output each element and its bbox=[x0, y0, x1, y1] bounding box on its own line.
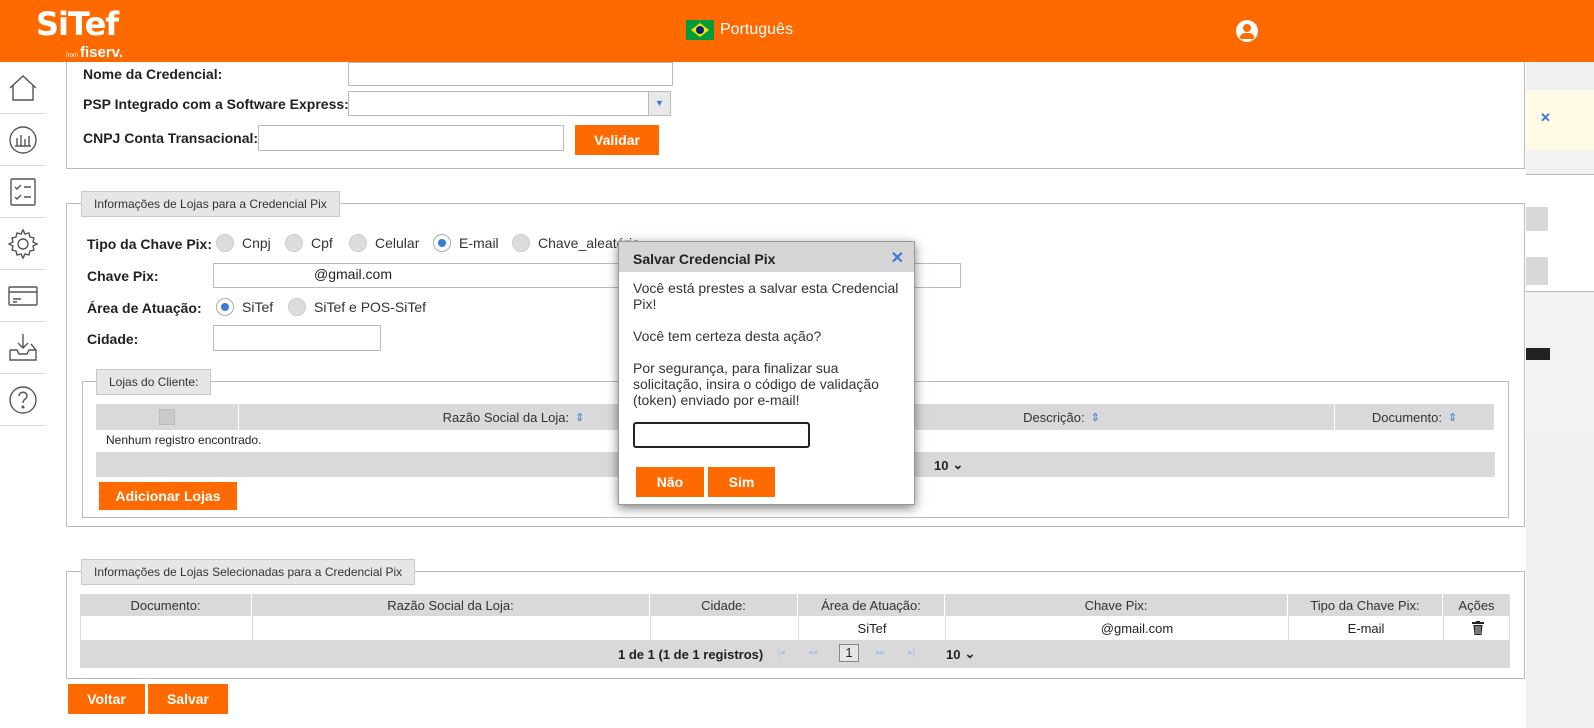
column-razao-social: Razão Social da Loja: bbox=[252, 594, 650, 616]
cell-acoes bbox=[1444, 616, 1511, 640]
sort-icon: ⇕ bbox=[1447, 411, 1458, 424]
brand-from: from bbox=[66, 53, 78, 59]
column-chave-pix: Chave Pix: bbox=[945, 594, 1288, 616]
column-documento[interactable]: Documento: ⇕ bbox=[1335, 404, 1495, 430]
psp-label: PSP Integrado com a Software Express: bbox=[83, 96, 349, 112]
client-stores-legend: Lojas do Cliente: bbox=[96, 369, 212, 395]
cell-cidade bbox=[651, 616, 799, 640]
selected-stores-grid-header: Documento: Razão Social da Loja: Cidade:… bbox=[80, 594, 1510, 616]
cnpj-label: CNPJ Conta Transacional: bbox=[83, 130, 259, 146]
sort-icon: ⇕ bbox=[1090, 411, 1100, 424]
notification-panel: ✕ bbox=[1526, 90, 1594, 150]
stores-info-legend: Informações de Lojas para a Credencial P… bbox=[81, 191, 340, 217]
key-type-label: Tipo da Chave Pix: bbox=[87, 236, 212, 252]
sidebar-item-downloads[interactable] bbox=[0, 322, 46, 374]
credential-name-label: Nome da Credencial: bbox=[83, 66, 223, 82]
yes-button[interactable]: Sim bbox=[708, 467, 775, 497]
card-icon bbox=[8, 285, 38, 306]
cnpj-input[interactable] bbox=[258, 125, 564, 151]
prev-page-icon[interactable]: ◂◂ bbox=[808, 647, 817, 658]
page-size-select[interactable]: 10 ⌄ bbox=[946, 646, 975, 662]
user-account-icon[interactable] bbox=[1236, 20, 1258, 42]
dialog-message-2: Você tem certeza desta ação? bbox=[633, 328, 822, 344]
background-bar bbox=[1526, 348, 1550, 360]
close-icon[interactable]: ✕ bbox=[1540, 110, 1551, 126]
download-icon bbox=[9, 333, 37, 361]
help-icon bbox=[9, 385, 37, 414]
radio-area-sitef-pos[interactable]: SiTef e POS-SiTef bbox=[288, 298, 426, 316]
validar-button[interactable]: Validar bbox=[575, 125, 659, 155]
radio-celular[interactable]: Celular bbox=[349, 234, 419, 252]
radio-cnpj[interactable]: Cnpj bbox=[216, 234, 271, 252]
credential-name-input[interactable] bbox=[348, 62, 673, 86]
select-all-checkbox[interactable] bbox=[159, 409, 175, 425]
pix-key-label: Chave Pix: bbox=[87, 268, 159, 284]
dialog-body: Você está prestes a salvar esta Credenci… bbox=[619, 272, 914, 432]
cell-tipo-chave: E-mail bbox=[1289, 616, 1444, 640]
background-grid bbox=[1526, 174, 1594, 292]
chart-icon bbox=[9, 125, 37, 154]
brazil-flag-icon bbox=[686, 20, 714, 40]
table-row[interactable]: SiTef @gmail.com E-mail bbox=[80, 616, 1510, 640]
chevron-down-icon[interactable]: ▼ bbox=[648, 92, 670, 115]
sort-icon: ⇕ bbox=[575, 411, 585, 424]
column-tipo-chave: Tipo da Chave Pix: bbox=[1288, 594, 1443, 616]
column-cidade: Cidade: bbox=[650, 594, 798, 616]
token-input[interactable] bbox=[633, 422, 810, 448]
sitef-logo[interactable]: SiTef from fiserv. bbox=[36, 5, 123, 61]
close-icon[interactable]: ✕ bbox=[891, 248, 904, 268]
sidebar bbox=[0, 62, 46, 728]
dialog-title: Salvar Credencial Pix bbox=[633, 251, 776, 267]
column-documento: Documento: bbox=[80, 594, 252, 616]
cell-documento bbox=[81, 616, 253, 640]
dialog-message-3: Por segurança, para finalizar sua solici… bbox=[633, 360, 879, 408]
sidebar-item-reports[interactable] bbox=[0, 114, 46, 166]
sidebar-item-cards[interactable] bbox=[0, 270, 46, 322]
cell-chave-pix: @gmail.com bbox=[946, 616, 1289, 640]
radio-email[interactable]: E-mail bbox=[433, 234, 499, 252]
page-size-select[interactable]: 10 ⌄ bbox=[934, 457, 963, 473]
radio-cpf[interactable]: Cpf bbox=[285, 234, 333, 252]
cell-area: SiTef bbox=[799, 616, 946, 640]
language-label: Português bbox=[720, 21, 793, 38]
selected-stores-pager: 1 de 1 (1 de 1 registros) |◂ ◂◂ 1 ▸▸ ▸| … bbox=[80, 640, 1510, 668]
current-page[interactable]: 1 bbox=[839, 644, 859, 662]
language-selector[interactable]: Português bbox=[686, 20, 793, 40]
save-button[interactable]: Salvar bbox=[148, 684, 228, 714]
select-all-cell[interactable] bbox=[96, 404, 239, 430]
pager-text: 1 de 1 (1 de 1 registros) bbox=[618, 647, 764, 662]
sidebar-item-settings[interactable] bbox=[0, 218, 46, 270]
sidebar-item-home[interactable] bbox=[0, 62, 46, 114]
first-page-icon[interactable]: |◂ bbox=[778, 647, 785, 658]
brand-company: fiserv. bbox=[80, 44, 124, 61]
no-button[interactable]: Não bbox=[636, 467, 704, 497]
chevron-down-icon: ⌄ bbox=[964, 646, 976, 661]
dialog-message-1: Você está prestes a salvar esta Credenci… bbox=[633, 280, 899, 312]
sidebar-item-tasks[interactable] bbox=[0, 166, 46, 218]
next-page-icon[interactable]: ▸▸ bbox=[876, 647, 885, 658]
back-button[interactable]: Voltar bbox=[68, 684, 145, 714]
home-icon bbox=[9, 74, 37, 101]
gear-icon bbox=[7, 227, 39, 260]
selected-stores-legend: Informações de Lojas Selecionadas para a… bbox=[81, 559, 416, 585]
sidebar-item-help[interactable] bbox=[0, 374, 46, 426]
checklist-icon bbox=[10, 177, 36, 206]
top-bar: SiTef from fiserv. Português bbox=[0, 0, 1594, 62]
cell-razao-social bbox=[253, 616, 651, 640]
trash-icon[interactable] bbox=[1471, 621, 1484, 635]
dialog-title-bar: Salvar Credencial Pix ✕ bbox=[619, 242, 914, 272]
column-acoes: Ações bbox=[1458, 597, 1495, 613]
psp-select[interactable]: ▼ bbox=[348, 91, 671, 116]
area-label: Área de Atuação: bbox=[87, 300, 202, 316]
brand-name: SiTef bbox=[36, 5, 119, 43]
save-credential-dialog: Salvar Credencial Pix ✕ Você está preste… bbox=[618, 241, 915, 505]
add-stores-button[interactable]: Adicionar Lojas bbox=[99, 482, 237, 510]
city-input[interactable] bbox=[213, 325, 381, 351]
column-area: Área de Atuação: bbox=[798, 594, 945, 616]
radio-area-sitef[interactable]: SiTef bbox=[216, 298, 273, 316]
chevron-down-icon: ⌄ bbox=[952, 457, 964, 472]
brand-sub: from fiserv. bbox=[66, 44, 123, 61]
last-page-icon[interactable]: ▸| bbox=[908, 647, 915, 658]
city-label: Cidade: bbox=[87, 331, 139, 347]
